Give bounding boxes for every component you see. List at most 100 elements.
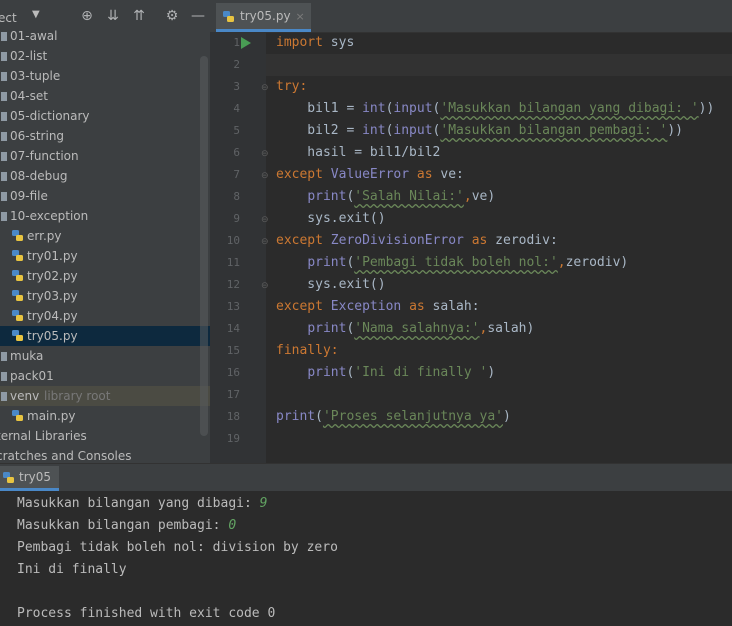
file-item[interactable]: try01.py xyxy=(0,246,210,266)
close-icon[interactable]: × xyxy=(296,10,305,23)
folder-icon xyxy=(1,352,7,361)
tree-node[interactable]: cratches and Consoles xyxy=(0,446,210,463)
folder-icon xyxy=(1,192,7,201)
folder-icon xyxy=(1,92,7,101)
python-file-icon xyxy=(12,290,23,301)
tree-item-label: muka xyxy=(10,349,44,363)
run-tab-label: try05 xyxy=(19,470,52,484)
folder-icon xyxy=(1,172,7,181)
code-line-6: hasil = bil1/bil2 xyxy=(276,145,441,160)
tab-label: try05.py xyxy=(240,9,291,23)
tree-item-label: try03.py xyxy=(27,289,78,303)
tree-node[interactable]: ternal Libraries xyxy=(0,426,210,446)
run-tabbar: try05 xyxy=(0,464,732,491)
line-number: 16 xyxy=(226,366,240,379)
line-number: 12 xyxy=(226,278,240,291)
fold-end-icon[interactable]: ⊖ xyxy=(261,215,269,225)
code-line-11: print('Pembagi tidak boleh nol:',zerodiv… xyxy=(307,255,629,270)
tree-item-label: ternal Libraries xyxy=(0,429,87,443)
expand-all-icon[interactable]: ⇊ xyxy=(105,8,121,24)
python-file-icon xyxy=(12,230,23,241)
chevron-down-icon[interactable]: ▼ xyxy=(32,9,40,20)
folder-item[interactable]: 02-list xyxy=(0,46,210,66)
code-line-8: print('Salah Nilai:',ve) xyxy=(307,189,496,204)
folder-item[interactable]: 05-dictionary xyxy=(0,106,210,126)
code-line-3: try: xyxy=(276,79,308,94)
folder-item[interactable]: pack01 xyxy=(0,366,210,386)
project-scrollbar[interactable] xyxy=(200,56,208,436)
fold-end-icon[interactable]: ⊖ xyxy=(261,149,269,159)
tree-item-label: try04.py xyxy=(27,309,78,323)
file-item[interactable]: try05.py xyxy=(0,326,210,346)
folder-icon xyxy=(1,372,7,381)
console-line: Process finished with exit code 0 xyxy=(17,603,275,625)
folder-item[interactable]: muka xyxy=(0,346,210,366)
python-file-icon xyxy=(12,310,23,321)
folder-item[interactable]: 07-function xyxy=(0,146,210,166)
code-area[interactable]: import sys try: bil1 = int(input('Masukk… xyxy=(276,32,732,463)
folder-item[interactable]: venv library root xyxy=(0,386,210,406)
folder-item[interactable]: 08-debug xyxy=(0,166,210,186)
fold-end-icon[interactable]: ⊖ xyxy=(261,281,269,291)
python-file-icon xyxy=(12,330,23,341)
file-item[interactable]: main.py xyxy=(0,406,210,426)
file-item[interactable]: try04.py xyxy=(0,306,210,326)
line-number: 7 xyxy=(233,168,240,181)
code-line-4: bil1 = int(input('Masukkan bilangan yang… xyxy=(276,101,715,116)
code-line-10: except ZeroDivisionError as zerodiv: xyxy=(276,233,558,248)
code-line-5: bil2 = int(input('Masukkan bilangan pemb… xyxy=(276,123,684,138)
project-view-title[interactable]: ect xyxy=(0,11,17,25)
folder-item[interactable]: 04-set xyxy=(0,86,210,106)
console-text: Ini di finally xyxy=(17,562,127,577)
folder-icon xyxy=(1,72,7,81)
locate-icon[interactable]: ⊕ xyxy=(79,8,95,24)
file-item[interactable]: try03.py xyxy=(0,286,210,306)
tab-try05-py[interactable]: try05.py × xyxy=(216,3,311,32)
line-number: 9 xyxy=(233,212,240,225)
project-panel: ect ▼ ⊕ ⇊ ⇈ ⚙ — 01-awal 02-list 03-tuple 04… xyxy=(0,0,210,463)
fold-marker-icon[interactable]: ⊖ xyxy=(261,171,269,181)
tree-item-label: 02-list xyxy=(10,49,48,63)
console-text: Pembagi tidak boleh nol: division by zer… xyxy=(17,540,338,555)
line-number: 3 xyxy=(233,80,240,93)
python-file-icon xyxy=(12,250,23,261)
folder-item[interactable]: 10-exception xyxy=(0,206,210,226)
tree-item-label: 05-dictionary xyxy=(10,109,90,123)
file-item[interactable]: try02.py xyxy=(0,266,210,286)
line-number: 1 xyxy=(233,36,240,49)
tree-item-label: pack01 xyxy=(10,369,54,383)
folder-icon xyxy=(1,32,7,41)
code-line-14: print('Nama salahnya:',salah) xyxy=(307,321,535,336)
fold-marker-icon[interactable]: ⊖ xyxy=(261,83,269,93)
code-line-16: print('Ini di finally ') xyxy=(307,365,496,380)
fold-marker-icon[interactable]: ⊖ xyxy=(261,237,269,247)
folder-item[interactable]: 03-tuple xyxy=(0,66,210,86)
line-number: 15 xyxy=(226,344,240,357)
line-number: 8 xyxy=(233,190,240,203)
tree-item-label: 08-debug xyxy=(10,169,68,183)
run-tab-try05[interactable]: try05 xyxy=(0,466,60,491)
tree-item-label: 03-tuple xyxy=(10,69,61,83)
line-number: 18 xyxy=(226,410,240,423)
folder-item[interactable]: 06-string xyxy=(0,126,210,146)
hide-icon[interactable]: — xyxy=(190,8,206,24)
line-number: 14 xyxy=(226,322,240,335)
line-number: 19 xyxy=(226,432,240,445)
folder-item[interactable]: 09-file xyxy=(0,186,210,206)
tree-item-label: 01-awal xyxy=(10,29,58,43)
console-line: Ini di finally xyxy=(17,559,127,581)
gear-icon[interactable]: ⚙ xyxy=(164,8,180,24)
tree-item-label: err.py xyxy=(27,229,62,243)
line-number: 17 xyxy=(226,388,240,401)
folder-icon xyxy=(1,152,7,161)
code-line-7: except ValueError as ve: xyxy=(276,167,464,182)
collapse-all-icon[interactable]: ⇈ xyxy=(131,8,147,24)
tree-item-label: try01.py xyxy=(27,249,78,263)
folder-item[interactable]: 01-awal xyxy=(0,26,210,46)
console-text: Process finished with exit code 0 xyxy=(17,606,276,621)
tree-item-label: main.py xyxy=(27,409,76,423)
python-run-icon xyxy=(3,471,14,483)
file-item[interactable]: err.py xyxy=(0,226,210,246)
run-gutter-icon[interactable] xyxy=(241,37,251,49)
code-line-15: finally: xyxy=(276,343,339,358)
